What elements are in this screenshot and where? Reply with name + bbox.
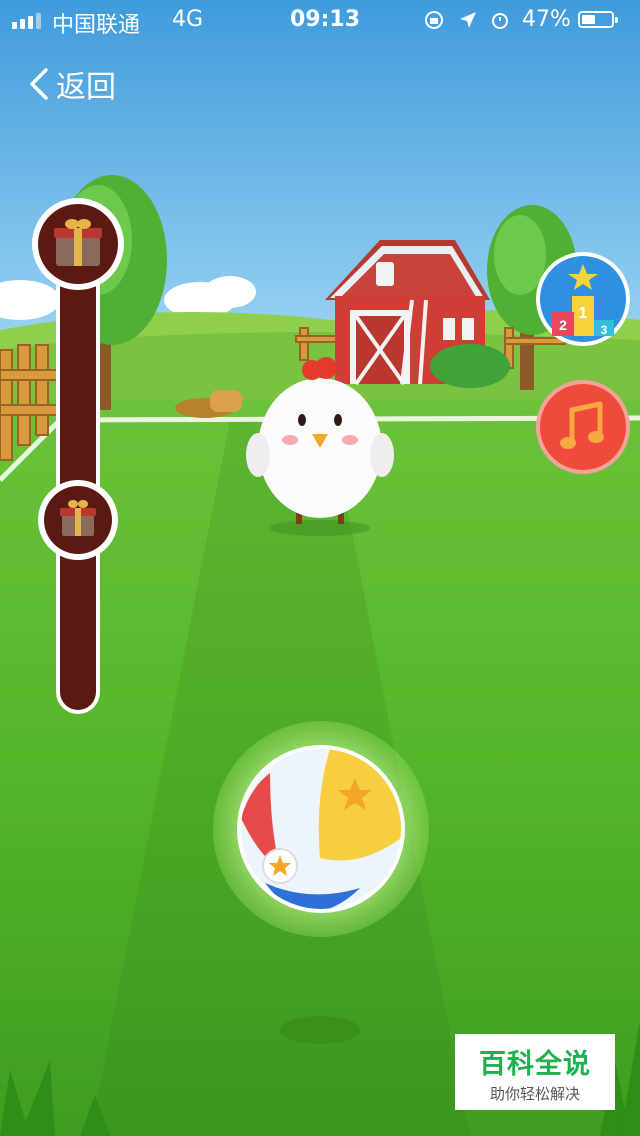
beach-ball-toy[interactable] [210,718,432,940]
watermark-title: 百科全说 [479,1049,591,1080]
carrier-name: 中国联通 [52,13,141,38]
signal-icon [12,13,41,29]
watermark-badge: 百科全说 助你轻松解决 [455,1034,615,1110]
leaderboard-button[interactable]: 1 2 3 [536,252,630,346]
music-note-icon [540,384,626,470]
battery-icon [578,11,618,28]
clock: 09:13 [290,7,361,32]
battery-percent: 47% [522,7,571,32]
podium-icon: 1 2 3 [540,256,626,342]
rotation-lock-icon [425,11,443,29]
alarm-icon [492,13,508,29]
back-button[interactable]: 返回 [28,60,116,108]
status-bar: 中国联通 4G 09:13 47% [0,0,640,40]
bush [430,344,510,388]
beach-ball-icon [213,721,429,937]
podium-first: 1 [579,305,588,322]
gift-progress-track [32,198,124,714]
podium-second: 2 [559,317,567,333]
podium-third: 3 [601,323,608,337]
location-icon [460,12,476,28]
network-type: 4G [172,7,204,32]
back-label: 返回 [56,70,116,105]
music-button[interactable] [536,380,630,474]
chevron-left-icon [30,68,48,100]
gift-node-middle [38,480,118,560]
watermark-subtitle: 助你轻松解决 [489,1085,580,1103]
gift-node-top [32,198,124,290]
